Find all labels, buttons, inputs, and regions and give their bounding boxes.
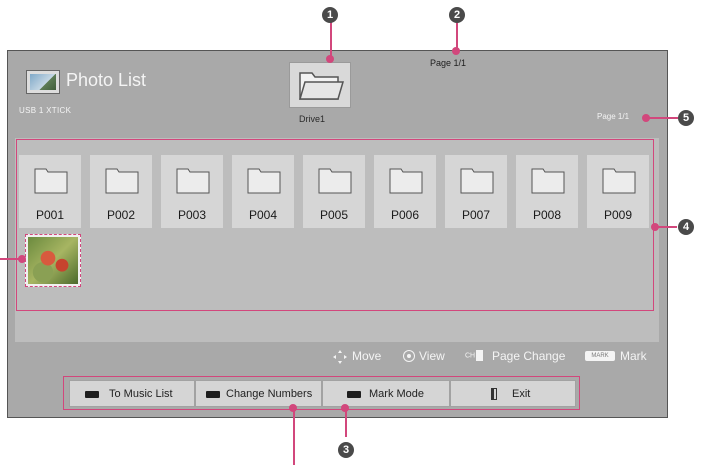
- to-music-list-button[interactable]: To Music List: [69, 380, 195, 407]
- usb-device-label: USB 1 XTICK: [19, 106, 72, 115]
- folder-item-p004[interactable]: P004: [232, 155, 294, 228]
- folder-icon: [460, 168, 494, 194]
- button-label: Exit: [512, 388, 531, 400]
- callout-1: 1: [322, 7, 338, 23]
- callout-dot: [341, 404, 349, 412]
- callout-5: 5: [678, 110, 694, 126]
- folder-icon: [318, 168, 352, 194]
- mark-key-icon: MARK: [585, 351, 615, 361]
- folder-icon: [602, 168, 636, 194]
- folder-label: P002: [106, 208, 136, 222]
- folder-icon: [176, 168, 210, 194]
- folder-icon: [531, 168, 565, 194]
- folder-item-p001[interactable]: P001: [19, 155, 81, 228]
- callout-dot: [326, 55, 334, 63]
- callout-dot: [642, 114, 650, 122]
- folder-item-p007[interactable]: P007: [445, 155, 507, 228]
- page-title: Photo List: [66, 70, 147, 90]
- key-guide-page-change: Page Change: [492, 349, 566, 363]
- folder-label: P005: [319, 208, 349, 222]
- photo-list-icon: [26, 70, 60, 94]
- folder-item-p005[interactable]: P005: [303, 155, 365, 228]
- folder-icon: [105, 168, 139, 194]
- color-key-icon: [347, 391, 361, 398]
- callout-dot: [651, 223, 659, 231]
- folder-item-p002[interactable]: P002: [90, 155, 152, 228]
- folder-item-p009[interactable]: P009: [587, 155, 649, 228]
- exit-button[interactable]: Exit: [450, 380, 576, 407]
- callout-2: 2: [449, 7, 465, 23]
- color-key-icon: [85, 391, 99, 398]
- folder-icon: [247, 168, 281, 194]
- button-label: To Music List: [109, 388, 173, 400]
- folder-item-p003[interactable]: P003: [161, 155, 223, 228]
- drive-label: Drive1: [299, 114, 326, 124]
- folder-label: P009: [603, 208, 633, 222]
- page-indicator-top: Page 1/1: [430, 58, 467, 68]
- callout-dot: [452, 47, 460, 55]
- callout-4: 4: [678, 219, 694, 235]
- folder-icon: [389, 168, 423, 194]
- callout-dot: [289, 404, 297, 412]
- mark-mode-button[interactable]: Mark Mode: [322, 380, 450, 407]
- channel-key-icon: CH: [465, 350, 484, 361]
- folder-label: P003: [177, 208, 207, 222]
- key-guide-move: Move: [352, 349, 382, 363]
- callout-leader: [330, 20, 332, 60]
- ok-button-icon: [404, 351, 414, 361]
- change-numbers-button[interactable]: Change Numbers: [195, 380, 322, 407]
- button-label: Change Numbers: [226, 388, 313, 400]
- folder-label: P008: [532, 208, 562, 222]
- callout-dot: [18, 255, 26, 263]
- button-label: Mark Mode: [369, 388, 425, 400]
- callout-leader: [293, 407, 295, 465]
- folder-item-p006[interactable]: P006: [374, 155, 436, 228]
- callout-3: 3: [338, 442, 354, 458]
- folder-icon: [34, 168, 68, 194]
- channel-key-label: CH: [465, 352, 476, 360]
- folder-label: P004: [248, 208, 278, 222]
- callout-leader: [646, 117, 678, 119]
- exit-icon: [491, 388, 497, 400]
- photo-thumbnail[interactable]: [25, 234, 81, 287]
- move-arrows-icon: [333, 350, 347, 364]
- color-key-icon: [206, 391, 220, 398]
- key-guide-view: View: [419, 349, 445, 363]
- folder-label: P007: [461, 208, 491, 222]
- open-folder-icon: [298, 72, 345, 100]
- folder-label: P006: [390, 208, 420, 222]
- page-indicator-right: Page 1/1: [597, 112, 630, 121]
- folder-label: P001: [35, 208, 65, 222]
- drive-folder-button[interactable]: [289, 62, 351, 108]
- folder-item-p008[interactable]: P008: [516, 155, 578, 228]
- key-guide-mark: Mark: [620, 349, 647, 363]
